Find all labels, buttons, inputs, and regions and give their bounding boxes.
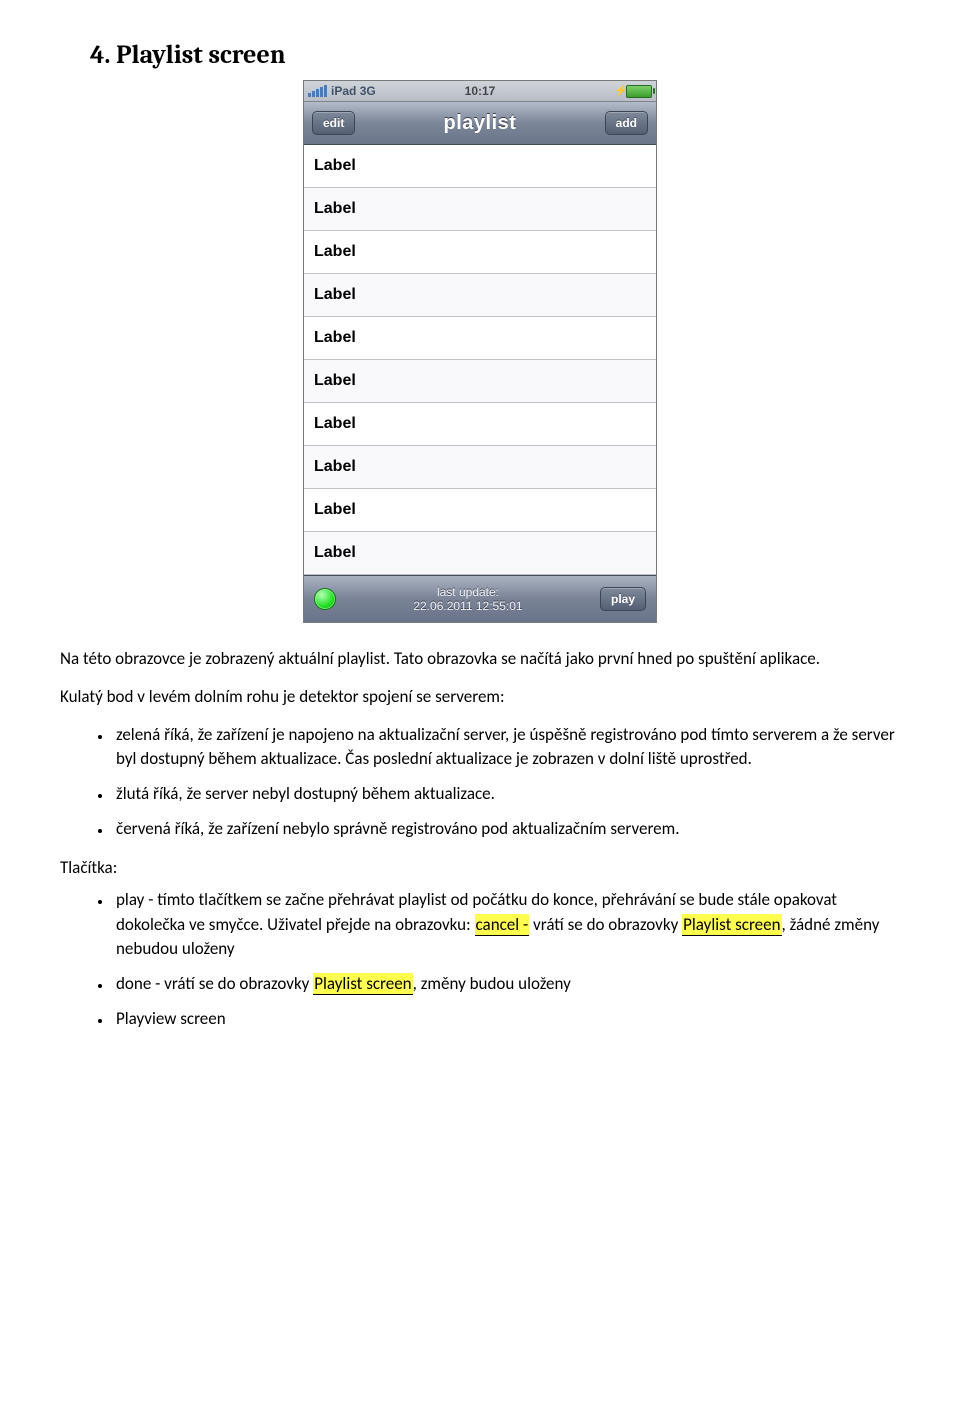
list-item[interactable]: Label (304, 489, 656, 532)
detector-green: zelená říká, že zařízení je napojeno na … (112, 723, 900, 772)
list-item[interactable]: Label (304, 403, 656, 446)
intro-paragraph-2: Kulatý bod v levém dolním rohu je detekt… (60, 685, 900, 709)
list-item[interactable]: Label (304, 360, 656, 403)
buttons-done: done - vrátí se do obrazovky Playlist sc… (112, 972, 900, 997)
add-button[interactable]: add (605, 111, 648, 135)
list-item[interactable]: Label (304, 145, 656, 188)
list-item[interactable]: Label (304, 274, 656, 317)
connection-status-icon (314, 588, 336, 610)
highlight-playlist-screen-1: Playlist screen (682, 914, 781, 936)
last-update-label: last update: 22.06.2011 12:55:01 (346, 585, 590, 614)
buttons-label: Tlačítka: (60, 857, 900, 878)
buttons-playview: Playview screen (112, 1007, 900, 1032)
footer-bar: last update: 22.06.2011 12:55:01 play (304, 575, 656, 622)
clock-label: 10:17 (304, 84, 656, 98)
battery-icon (626, 85, 652, 98)
list-item[interactable]: Label (304, 446, 656, 489)
list-item[interactable]: Label (304, 231, 656, 274)
list-item[interactable]: Label (304, 532, 656, 575)
edit-button[interactable]: edit (312, 111, 355, 135)
detector-yellow: žlutá říká, že server nebyl dostupný běh… (112, 782, 900, 807)
mockup-container: iPad 3G 10:17 ⚡ edit playlist add Label … (60, 80, 900, 627)
buttons-list: play - tímto tlačítkem se začne přehráva… (60, 888, 900, 1031)
playlist-list: Label Label Label Label Label Label Labe… (304, 145, 656, 575)
section-heading: 4. Playlist screen (60, 40, 900, 70)
iphone-mockup: iPad 3G 10:17 ⚡ edit playlist add Label … (303, 80, 657, 623)
detector-list: zelená říká, že zařízení je napojeno na … (60, 723, 900, 842)
buttons-play: play - tímto tlačítkem se začne přehráva… (112, 888, 900, 962)
nav-bar: edit playlist add (304, 102, 656, 145)
list-item[interactable]: Label (304, 188, 656, 231)
nav-title: playlist (355, 112, 604, 135)
highlight-playlist-screen-2: Playlist screen (313, 973, 412, 995)
play-button[interactable]: play (600, 587, 646, 611)
status-bar: iPad 3G 10:17 ⚡ (304, 81, 656, 102)
highlight-cancel: cancel - (475, 914, 530, 936)
list-item[interactable]: Label (304, 317, 656, 360)
intro-paragraph-1: Na této obrazovce je zobrazený aktuální … (60, 647, 900, 671)
detector-red: červená říká, že zařízení nebylo správně… (112, 817, 900, 842)
